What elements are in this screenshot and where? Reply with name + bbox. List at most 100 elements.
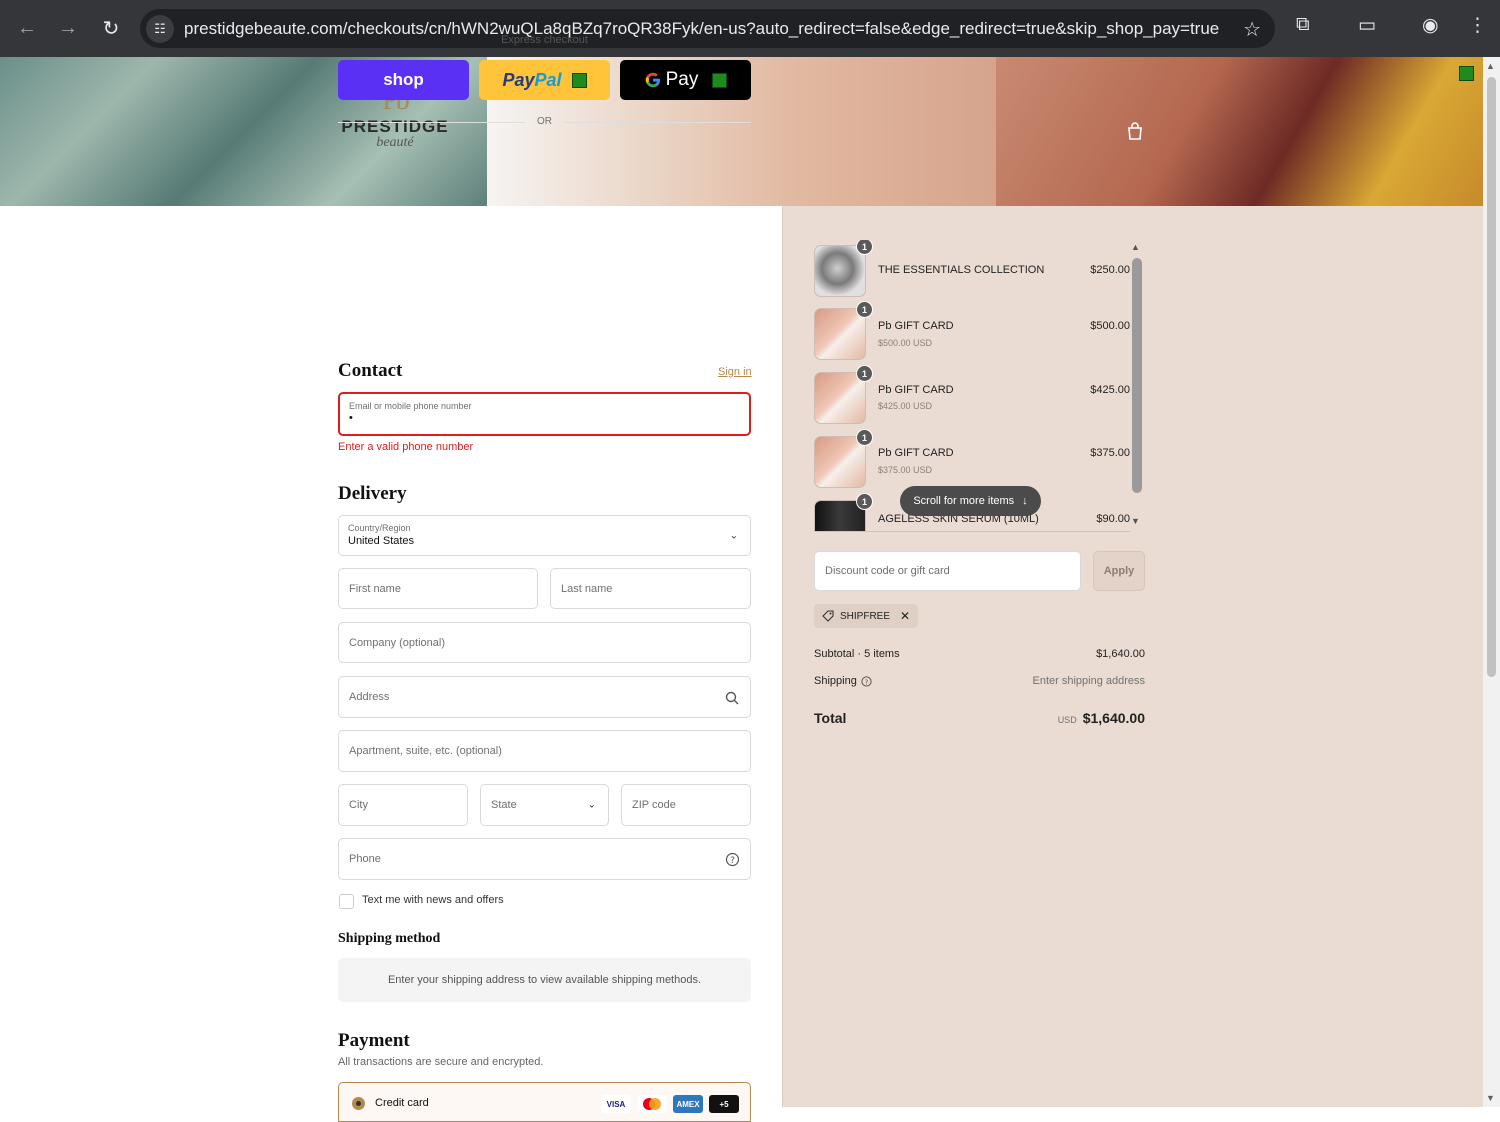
- scroll-up-arrow-icon[interactable]: ▲: [1486, 61, 1495, 71]
- product-price: $250.00: [1090, 264, 1130, 276]
- extensions-icon[interactable]: ⧉: [1296, 14, 1310, 36]
- applied-discount-tag: SHIPFREE ✕: [814, 604, 919, 628]
- fruit-image: [996, 57, 1483, 206]
- page-scrollbar[interactable]: ▲ ▼: [1483, 57, 1500, 1107]
- scroll-for-more-button[interactable]: Scroll for more items ↓: [900, 486, 1041, 516]
- shipping-label: Shipping: [814, 675, 857, 687]
- delivery-heading: Delivery: [338, 483, 407, 504]
- scrollbar-thumb[interactable]: [1487, 77, 1496, 677]
- text-offers-label: Text me with news and offers: [362, 894, 504, 906]
- shopping-bag-icon[interactable]: [1125, 121, 1145, 141]
- chevron-down-icon: ⌄: [729, 530, 738, 541]
- tag-icon: [822, 610, 834, 622]
- express-checkout-label: Express checkout: [501, 34, 588, 46]
- shipping-row: Shipping ? Enter shipping address: [814, 675, 1145, 687]
- visa-icon: VISA: [601, 1095, 631, 1113]
- apply-discount-button[interactable]: Apply: [1093, 551, 1145, 591]
- subtotal-value: $1,640.00: [1096, 648, 1145, 660]
- list-item: 1 Pb GIFT CARD $375.00 USD $375.00: [814, 429, 1130, 488]
- first-name-placeholder: First name: [349, 582, 401, 595]
- help-circle-icon[interactable]: ?: [861, 676, 872, 687]
- payment-heading: Payment: [338, 1030, 410, 1051]
- chevron-down-icon: ⌄: [587, 799, 596, 811]
- amex-icon: AMEX: [673, 1095, 703, 1113]
- extension-indicator-icon: [1459, 66, 1474, 81]
- scroll-up-arrow-icon[interactable]: ▲: [1131, 242, 1140, 252]
- payment-subtitle: All transactions are secure and encrypte…: [338, 1056, 544, 1068]
- google-pay-label: Pay: [665, 69, 699, 90]
- apply-label: Apply: [1103, 565, 1135, 577]
- email-field-value: •: [349, 412, 353, 424]
- menu-icon[interactable]: ⋮: [1468, 14, 1487, 37]
- paypal-pal-label: Pal: [534, 69, 562, 90]
- product-subtitle: $500.00 USD: [878, 338, 933, 348]
- remove-discount-icon[interactable]: ✕: [900, 609, 910, 623]
- company-input[interactable]: Company (optional): [338, 622, 751, 663]
- address-input[interactable]: Address: [338, 676, 751, 718]
- shop-pay-button[interactable]: shop: [338, 60, 469, 100]
- phone-input[interactable]: Phone ?: [338, 838, 751, 880]
- credit-card-option[interactable]: Credit card VISA AMEX +5: [338, 1082, 751, 1122]
- back-icon[interactable]: ←: [12, 13, 42, 43]
- product-name: Pb GIFT CARD: [878, 384, 954, 396]
- list-item: 1 Pb GIFT CARD $425.00 USD $425.00: [814, 365, 1130, 424]
- shop-pay-label: shop: [383, 70, 424, 89]
- state-select[interactable]: State ⌄: [480, 784, 609, 826]
- bookmark-star-icon[interactable]: ☆: [1243, 17, 1261, 42]
- total-value: $1,640.00: [1082, 710, 1145, 726]
- shipping-method-heading: Shipping method: [338, 931, 441, 946]
- apartment-placeholder: Apartment, suite, etc. (optional): [349, 745, 502, 757]
- shipping-method-notice: Enter your shipping address to view avai…: [338, 958, 751, 1002]
- forward-icon[interactable]: →: [53, 13, 83, 43]
- or-divider: OR: [338, 116, 751, 128]
- city-input[interactable]: City: [338, 784, 468, 826]
- total-row: Total USD $1,640.00: [814, 710, 1145, 726]
- text-offers-checkbox[interactable]: [339, 894, 354, 909]
- scroll-down-arrow-icon[interactable]: ▼: [1131, 516, 1140, 526]
- last-name-input[interactable]: Last name: [550, 568, 751, 609]
- address-placeholder: Address: [349, 691, 390, 703]
- google-g-icon: [645, 72, 660, 88]
- quantity-badge: 1: [856, 493, 873, 510]
- browser-toolbar: ← → ↻ ☷ prestidgebeaute.com/checkouts/cn…: [0, 0, 1500, 57]
- shipping-value: Enter shipping address: [1032, 675, 1145, 687]
- credit-card-label: Credit card: [375, 1097, 429, 1109]
- first-name-input[interactable]: First name: [338, 568, 538, 609]
- shipping-method-message: Enter your shipping address to view avai…: [387, 974, 702, 986]
- quantity-badge: 1: [856, 301, 873, 318]
- company-placeholder: Company (optional): [349, 636, 445, 649]
- cart-items-scrollbar[interactable]: ▲ ▼: [1130, 240, 1144, 532]
- quantity-badge: 1: [856, 365, 873, 382]
- apartment-input[interactable]: Apartment, suite, etc. (optional): [338, 730, 751, 772]
- contact-heading: Contact: [338, 360, 403, 381]
- svg-text:?: ?: [865, 678, 869, 686]
- country-select[interactable]: Country/Region United States ⌄: [338, 515, 751, 556]
- discount-code-input[interactable]: Discount code or gift card: [814, 551, 1081, 591]
- profile-icon[interactable]: ◉: [1422, 14, 1439, 37]
- product-price: $425.00: [1090, 384, 1130, 396]
- email-error-message: Enter a valid phone number: [338, 441, 474, 453]
- more-cards-badge: +5: [709, 1095, 739, 1113]
- product-name: Pb GIFT CARD: [878, 320, 954, 332]
- product-subtitle: $375.00 USD: [878, 465, 933, 475]
- country-label: Country/Region: [348, 523, 411, 533]
- or-label: OR: [537, 116, 552, 127]
- currency-code: USD: [1057, 715, 1077, 725]
- reload-icon[interactable]: ↻: [96, 13, 126, 43]
- zip-input[interactable]: ZIP code: [621, 784, 751, 826]
- total-label: Total: [814, 710, 847, 726]
- phone-placeholder: Phone: [349, 853, 381, 865]
- paypal-button[interactable]: Pay Pal: [479, 60, 610, 100]
- scrollbar-thumb[interactable]: [1132, 258, 1142, 493]
- google-pay-button[interactable]: Pay: [620, 60, 751, 100]
- help-circle-icon[interactable]: ?: [725, 852, 740, 867]
- list-item: 1 THE ESSENTIALS COLLECTION $250.00: [814, 240, 1130, 297]
- cast-icon[interactable]: ▭: [1358, 14, 1376, 37]
- email-field[interactable]: Email or mobile phone number •: [338, 392, 751, 436]
- scroll-down-arrow-icon[interactable]: ▼: [1486, 1093, 1495, 1103]
- items-divider: [814, 531, 1130, 532]
- site-settings-icon[interactable]: ☷: [146, 14, 174, 43]
- sign-in-link[interactable]: Sign in: [718, 366, 752, 378]
- credit-card-radio[interactable]: [352, 1097, 365, 1110]
- discount-placeholder: Discount code or gift card: [825, 565, 950, 577]
